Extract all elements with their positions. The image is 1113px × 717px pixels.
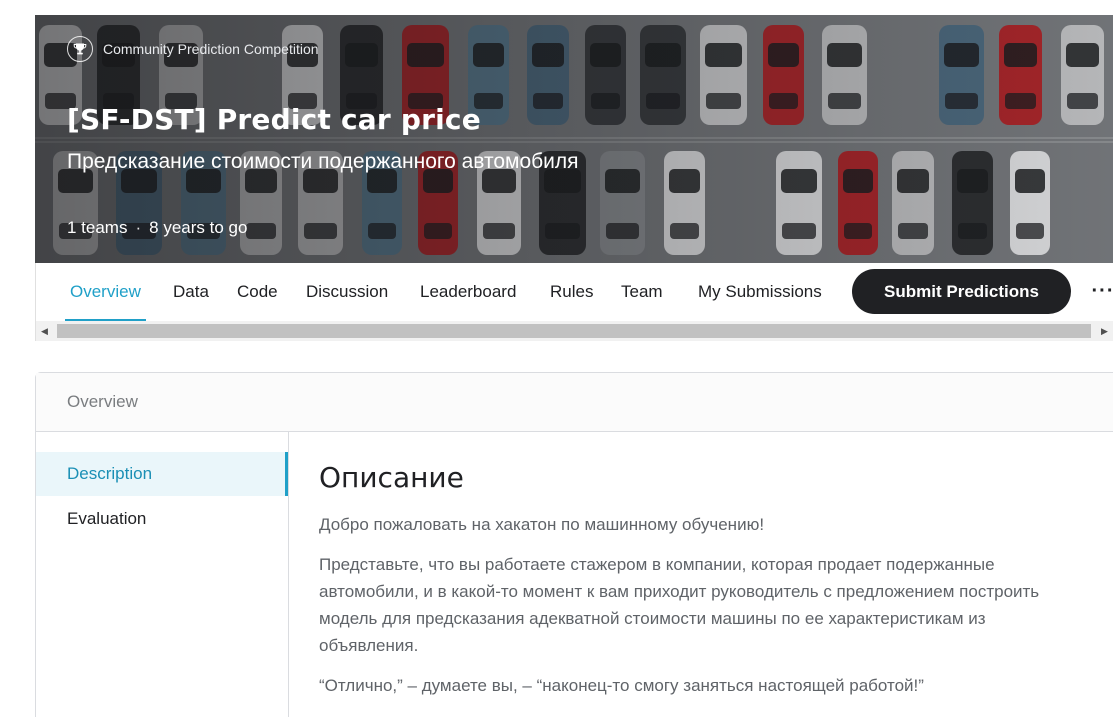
tab-data[interactable]: Data [173,263,209,321]
sidebar-item-description[interactable]: Description [36,452,288,496]
description-paragraph: Представьте, что вы работаете стажером в… [319,555,1040,655]
competition-title: [SF-DST] Predict car price [67,103,481,136]
submit-predictions-button[interactable]: Submit Predictions [852,269,1071,314]
competition-meta: 1 teams · 8 years to go [67,218,247,238]
competition-type: Community Prediction Competition [67,36,319,62]
scrollbar-thumb[interactable] [57,324,1091,338]
tab-rules[interactable]: Rules [550,263,593,321]
tab-code[interactable]: Code [237,263,278,321]
description-title: Описание [319,461,464,494]
sidebar-item-evaluation[interactable]: Evaluation [36,497,288,541]
overview-sidebar: Description Evaluation [36,432,289,717]
teams-count: 1 teams [67,218,128,237]
tab-my-submissions[interactable]: My Submissions [698,263,822,321]
scroll-right-arrow-icon[interactable]: ▶ [1096,321,1113,341]
tab-overview[interactable]: Overview [65,263,146,321]
tab-discussion[interactable]: Discussion [306,263,388,321]
overview-card-heading: Overview [36,373,1113,432]
tab-team[interactable]: Team [621,263,663,321]
scroll-left-arrow-icon[interactable]: ◀ [36,321,53,341]
trophy-icon [67,36,93,62]
competition-subtitle: Предсказание стоимости подержанного авто… [67,150,579,173]
overview-card: Overview Description Evaluation Описание… [35,372,1113,717]
description-content: Описание Добро пожаловать на хакатон по … [319,461,1079,712]
more-horizontal-icon[interactable]: ··· [1091,276,1113,306]
competition-type-label: Community Prediction Competition [103,41,319,57]
tab-leaderboard[interactable]: Leaderboard [420,263,516,321]
competition-header-banner: Community Prediction Competition [SF-DST… [35,15,1113,263]
competition-tabs: Overview Data Code Discussion Leaderboar… [35,263,1113,321]
time-remaining: 8 years to go [149,218,248,237]
meta-separator: · [135,218,142,237]
tabs-horizontal-scrollbar[interactable]: ◀ ▶ [35,321,1113,341]
description-paragraph: “Отлично,” – думаете вы, – “наконец-то с… [319,676,924,695]
description-paragraph: Добро пожаловать на хакатон по машинному… [319,515,765,534]
